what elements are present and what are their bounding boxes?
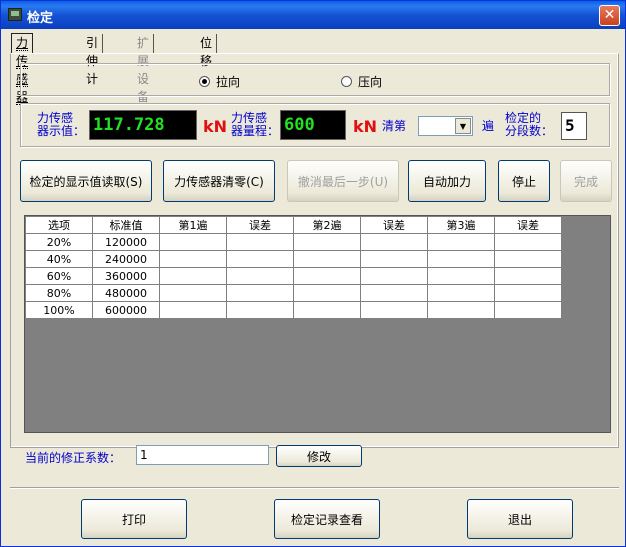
cell[interactable] xyxy=(360,267,428,285)
cell[interactable]: 60% xyxy=(25,267,93,285)
cell[interactable] xyxy=(293,233,361,251)
tab-displacement[interactable]: 位 移 xyxy=(196,34,218,68)
cell[interactable]: 20% xyxy=(25,233,93,251)
chevron-down-icon[interactable]: ▼ xyxy=(455,118,471,134)
col-header-pass2: 第2遍 xyxy=(293,216,361,234)
cell[interactable] xyxy=(159,267,227,285)
range-readout: 600 xyxy=(280,110,346,140)
clear-pass-label: 清第 xyxy=(382,119,407,133)
col-header-standard: 标准值 xyxy=(92,216,160,234)
calibration-table: 选项 标准值 第1遍 误差 第2遍 误差 第3遍 误差 20% 120000 4… xyxy=(25,216,562,319)
cell[interactable] xyxy=(293,284,361,302)
radio-unchecked-icon xyxy=(341,76,352,87)
close-icon: ✕ xyxy=(603,7,616,23)
cell[interactable]: 480000 xyxy=(92,284,160,302)
table-row[interactable]: 40% 240000 xyxy=(25,250,562,268)
range-unit: kN xyxy=(353,117,378,136)
tab-extended-device[interactable]: 扩展设备 xyxy=(133,34,155,104)
readout-group: 力传感 器示值： 117.728 kN 力传感 器量程： 600 kN 清第 ▼… xyxy=(20,103,610,147)
cell[interactable] xyxy=(360,301,428,319)
correction-label: 当前的修正系数： xyxy=(25,451,122,465)
cell[interactable] xyxy=(427,267,495,285)
calibration-window: 检定 ✕ 力传感器 引伸计 扩展设备 位 移 拉向 压向 力传感 器示值： 11… xyxy=(0,0,626,547)
col-header-pass3: 第3遍 xyxy=(427,216,495,234)
col-header-error1: 误差 xyxy=(226,216,294,234)
title-bar[interactable]: 检定 ✕ xyxy=(1,1,625,29)
cell[interactable] xyxy=(427,301,495,319)
cell[interactable]: 120000 xyxy=(92,233,160,251)
cell[interactable] xyxy=(226,250,294,268)
radio-checked-icon xyxy=(199,76,210,87)
clear-pass-select[interactable]: ▼ xyxy=(418,116,473,136)
display-value-label: 力传感 器示值： xyxy=(37,111,86,138)
tab-force-sensor[interactable]: 力传感器 xyxy=(11,33,34,105)
cell[interactable] xyxy=(226,267,294,285)
cell[interactable] xyxy=(427,284,495,302)
cell[interactable] xyxy=(494,284,562,302)
tab-extensometer[interactable]: 引伸计 xyxy=(82,34,104,86)
segments-input[interactable]: 5 xyxy=(561,112,587,140)
cell[interactable] xyxy=(159,250,227,268)
exit-button[interactable]: 退出 xyxy=(467,499,573,539)
correction-input[interactable]: 1 xyxy=(136,445,269,465)
display-value-readout: 117.728 xyxy=(89,110,197,140)
cell[interactable] xyxy=(293,301,361,319)
print-button[interactable]: 打印 xyxy=(81,499,187,539)
table-header-row: 选项 标准值 第1遍 误差 第2遍 误差 第3遍 误差 xyxy=(25,216,562,234)
cell[interactable] xyxy=(159,301,227,319)
table-row[interactable]: 20% 120000 xyxy=(25,233,562,251)
range-label: 力传感 器量程： xyxy=(231,111,280,138)
display-unit: kN xyxy=(203,117,228,136)
zero-sensor-button[interactable]: 力传感器清零(C) xyxy=(163,160,275,202)
cell[interactable] xyxy=(427,250,495,268)
cell[interactable] xyxy=(360,233,428,251)
app-icon xyxy=(8,8,22,21)
cell[interactable] xyxy=(159,284,227,302)
cell[interactable] xyxy=(226,233,294,251)
table-row[interactable]: 80% 480000 xyxy=(25,284,562,302)
pass-label: 遍 xyxy=(482,119,495,133)
finish-button[interactable]: 完成 xyxy=(560,160,612,202)
cell[interactable] xyxy=(293,267,361,285)
cell[interactable] xyxy=(226,284,294,302)
undo-last-step-button[interactable]: 撤消最后一步(U) xyxy=(287,160,399,202)
window-title: 检定 xyxy=(27,11,54,26)
cell[interactable] xyxy=(226,301,294,319)
table-row[interactable]: 100% 600000 xyxy=(25,301,562,319)
col-header-error2: 误差 xyxy=(360,216,428,234)
cell[interactable] xyxy=(494,301,562,319)
cell[interactable]: 100% xyxy=(25,301,93,319)
cell[interactable] xyxy=(427,233,495,251)
read-display-button[interactable]: 检定的显示值读取(S) xyxy=(20,160,152,202)
cell[interactable] xyxy=(494,267,562,285)
cell[interactable]: 600000 xyxy=(92,301,160,319)
cell[interactable]: 40% xyxy=(25,250,93,268)
table-row[interactable]: 60% 360000 xyxy=(25,267,562,285)
cell[interactable]: 240000 xyxy=(92,250,160,268)
cell[interactable]: 360000 xyxy=(92,267,160,285)
cell[interactable] xyxy=(494,250,562,268)
col-header-pass1: 第1遍 xyxy=(159,216,227,234)
radio-tension[interactable]: 拉向 xyxy=(199,73,240,90)
col-header-option: 选项 xyxy=(25,216,93,234)
col-header-error3: 误差 xyxy=(494,216,562,234)
cell[interactable] xyxy=(360,284,428,302)
radio-compression[interactable]: 压向 xyxy=(341,73,382,90)
close-button[interactable]: ✕ xyxy=(599,5,620,26)
footer-divider xyxy=(10,487,619,489)
cell[interactable] xyxy=(360,250,428,268)
cell[interactable] xyxy=(159,233,227,251)
stop-button[interactable]: 停止 xyxy=(498,160,550,202)
cell[interactable]: 80% xyxy=(25,284,93,302)
cell[interactable] xyxy=(293,250,361,268)
direction-group: 拉向 压向 xyxy=(20,63,610,96)
modify-button[interactable]: 修改 xyxy=(276,445,362,467)
segments-label: 检定的 分段数： xyxy=(505,111,554,138)
auto-load-button[interactable]: 自动加力 xyxy=(408,160,486,202)
calibration-grid[interactable]: 选项 标准值 第1遍 误差 第2遍 误差 第3遍 误差 20% 120000 4… xyxy=(24,215,611,433)
view-records-button[interactable]: 检定记录查看 xyxy=(274,499,380,539)
cell[interactable] xyxy=(494,233,562,251)
